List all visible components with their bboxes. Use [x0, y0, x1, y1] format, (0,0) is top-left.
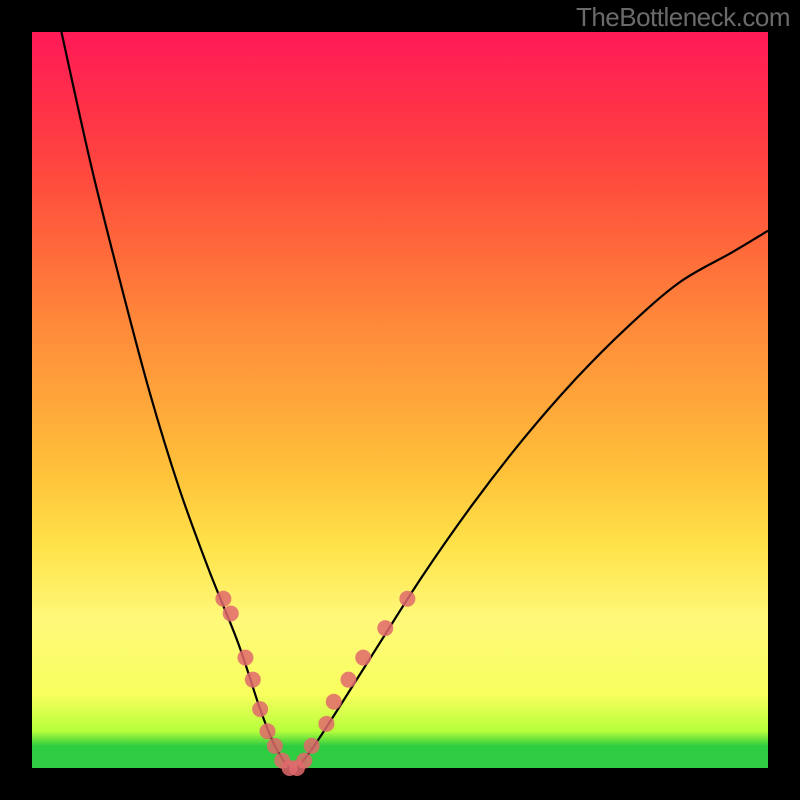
highlight-dots-group — [215, 591, 415, 776]
highlight-dot — [355, 650, 371, 666]
highlight-dot — [267, 738, 283, 754]
highlight-dot — [215, 591, 231, 607]
highlight-dot — [377, 620, 393, 636]
highlight-dot — [399, 591, 415, 607]
plot-area — [32, 32, 768, 768]
highlight-dot — [260, 723, 276, 739]
highlight-dot — [245, 672, 261, 688]
bottleneck-curve — [61, 32, 768, 771]
chart-frame: TheBottleneck.com — [0, 0, 800, 800]
highlight-dot — [252, 701, 268, 717]
highlight-dot — [340, 672, 356, 688]
highlight-dot — [326, 694, 342, 710]
highlight-dot — [223, 605, 239, 621]
highlight-dot — [318, 716, 334, 732]
highlight-dot — [296, 753, 312, 769]
chart-svg — [32, 32, 768, 768]
highlight-dot — [304, 738, 320, 754]
watermark-text: TheBottleneck.com — [576, 2, 790, 33]
highlight-dot — [237, 650, 253, 666]
